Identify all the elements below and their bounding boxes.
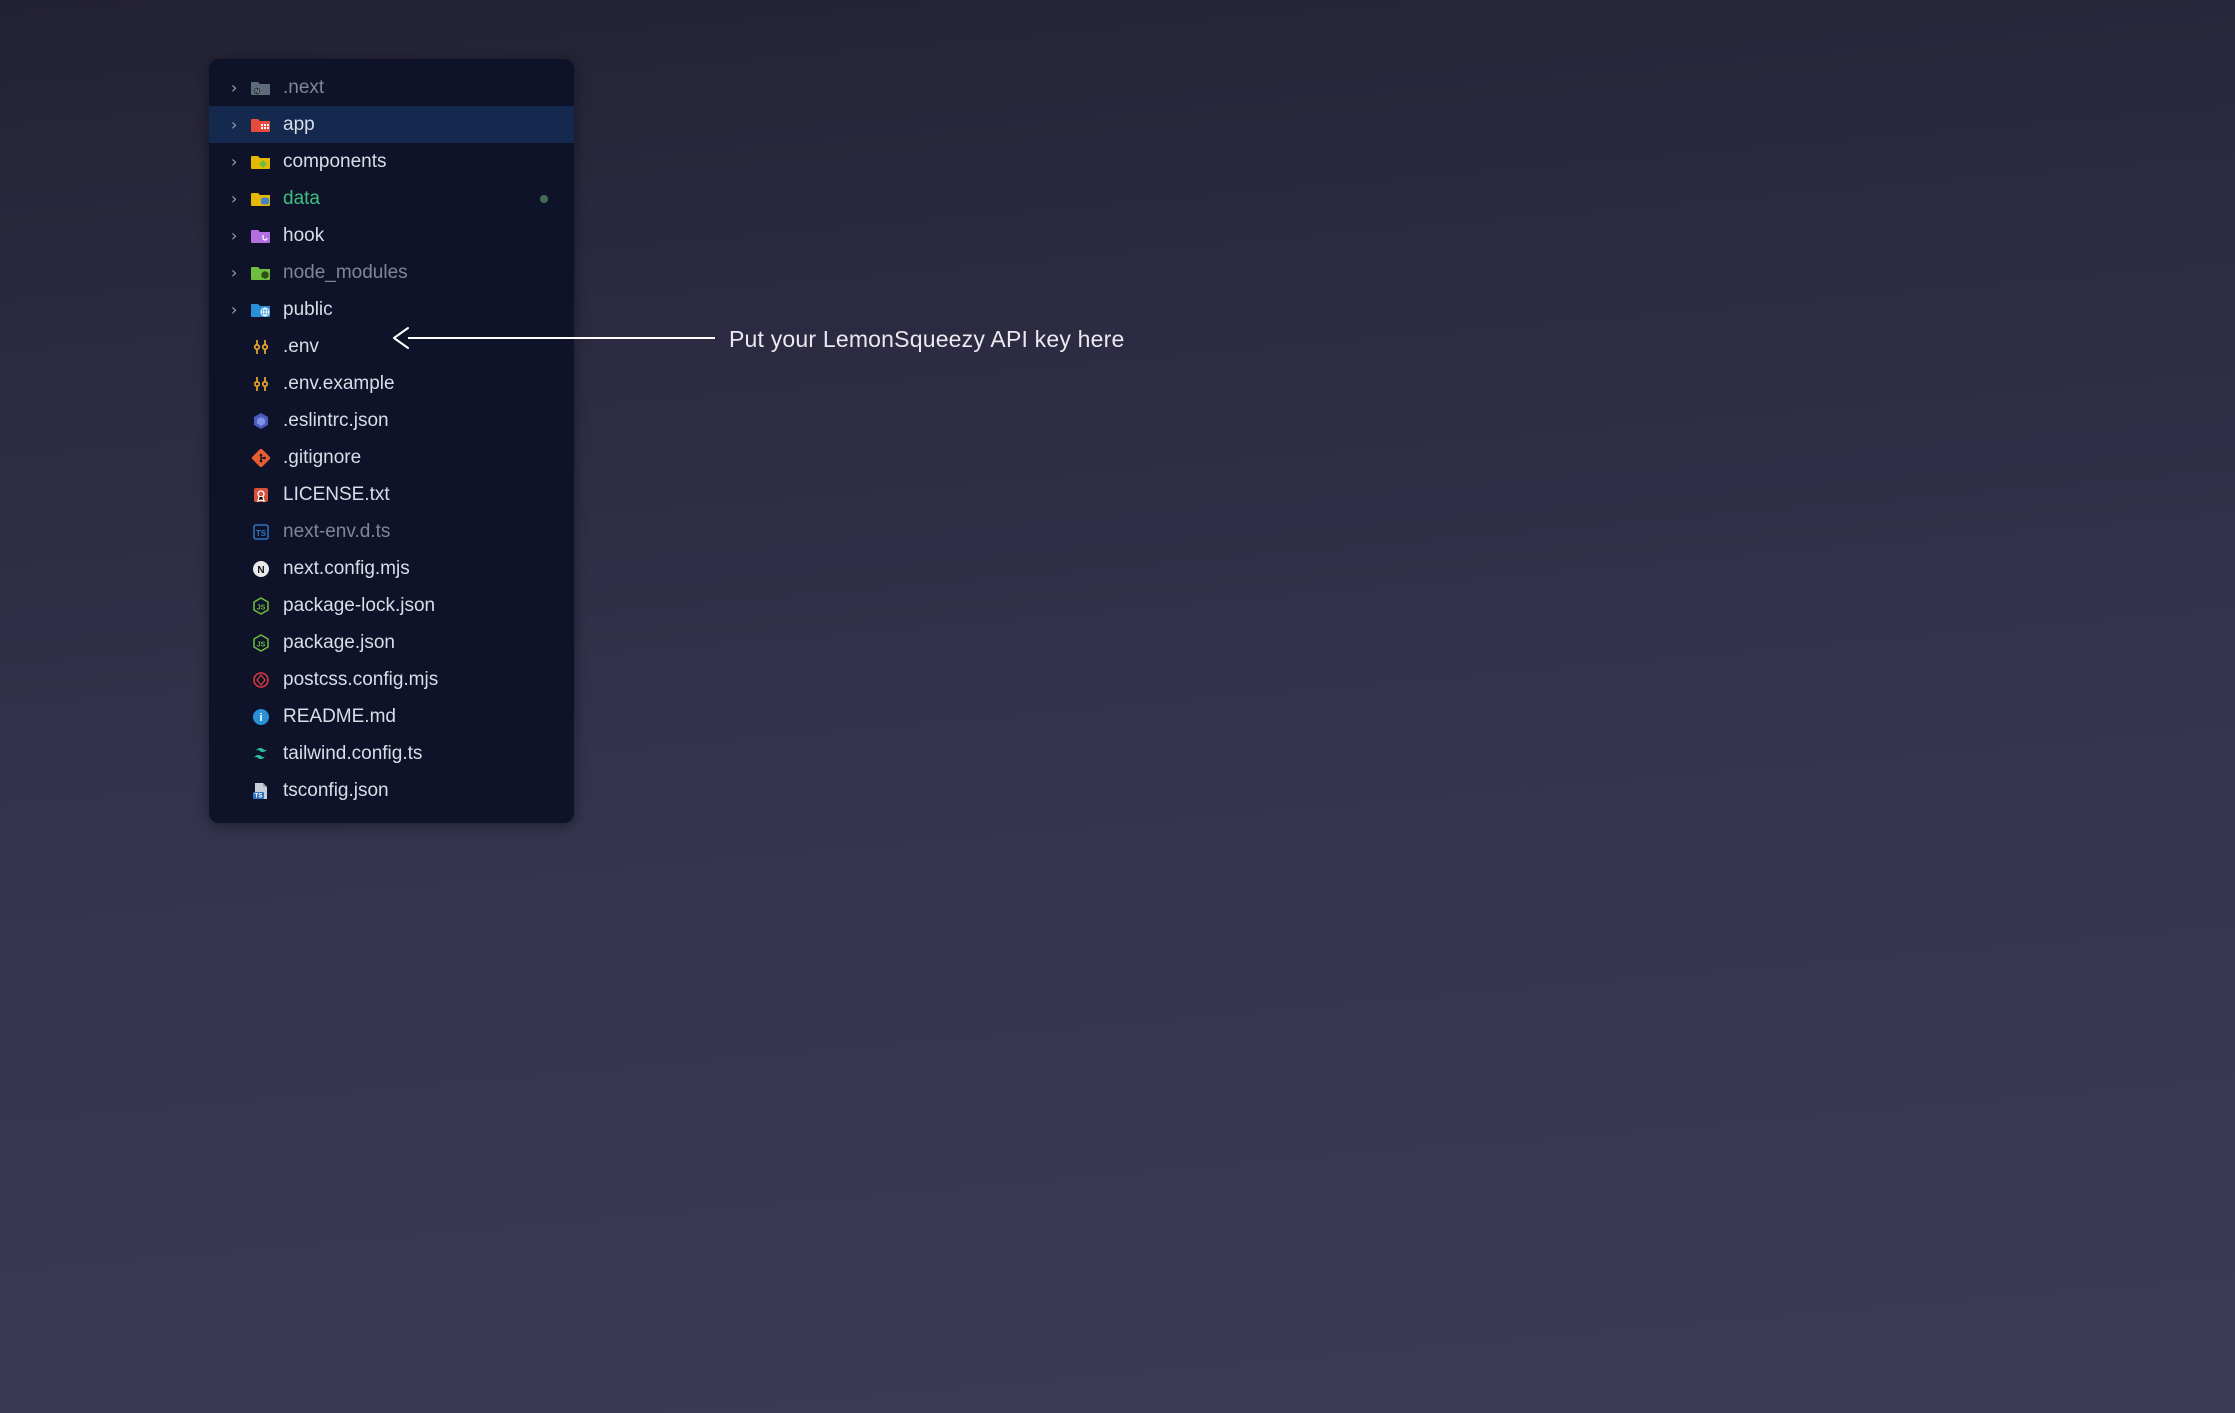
chevron-right-icon: ›	[225, 115, 243, 134]
svg-text:TS: TS	[256, 529, 267, 538]
svg-text:JS: JS	[257, 604, 266, 611]
folder-node-modules-icon	[249, 261, 273, 285]
svg-text:i: i	[259, 712, 262, 724]
tree-item-label: package-lock.json	[283, 595, 435, 617]
tree-item-hook[interactable]: › hook	[209, 217, 574, 254]
tree-item-label: node_modules	[283, 262, 408, 284]
svg-text:N: N	[255, 89, 259, 95]
svg-text:N: N	[257, 565, 264, 576]
tree-item-label: public	[283, 299, 333, 321]
env-file-icon	[249, 335, 273, 359]
folder-next-icon: N	[249, 76, 273, 100]
tree-item-label: package.json	[283, 632, 395, 654]
file-explorer-panel: › N .next › app › components › data ›	[209, 59, 574, 823]
tree-item-node-modules[interactable]: › node_modules	[209, 254, 574, 291]
tree-item-gitignore[interactable]: › .gitignore	[209, 439, 574, 476]
git-file-icon	[249, 446, 273, 470]
annotation-text: Put your LemonSqueezy API key here	[729, 326, 1124, 353]
tree-item-label: .env	[283, 336, 319, 358]
tree-item-label: postcss.config.mjs	[283, 669, 438, 691]
tree-item-label: .env.example	[283, 373, 395, 395]
chevron-right-icon: ›	[225, 152, 243, 171]
folder-hook-icon	[249, 224, 273, 248]
tree-item-label: tailwind.config.ts	[283, 743, 422, 765]
tree-item-label: data	[283, 188, 320, 210]
svg-text:TS: TS	[255, 793, 263, 799]
license-file-icon	[249, 483, 273, 507]
tree-item-tailwind-config[interactable]: › tailwind.config.ts	[209, 735, 574, 772]
tree-item-next-env-dts[interactable]: › TS next-env.d.ts	[209, 513, 574, 550]
folder-components-icon	[249, 150, 273, 174]
postcss-file-icon	[249, 668, 273, 692]
chevron-right-icon: ›	[225, 78, 243, 97]
tree-item-package-lock[interactable]: › JS package-lock.json	[209, 587, 574, 624]
tree-item-label: tsconfig.json	[283, 780, 389, 802]
tree-item-label: components	[283, 151, 387, 173]
folder-data-icon	[249, 187, 273, 211]
tailwind-file-icon	[249, 742, 273, 766]
readme-file-icon: i	[249, 705, 273, 729]
nodejs-file-icon: JS	[249, 631, 273, 655]
tree-item-app[interactable]: › app	[209, 106, 574, 143]
tree-item-label: next-env.d.ts	[283, 521, 390, 543]
tree-item-label: next.config.mjs	[283, 558, 410, 580]
tree-item-tsconfig[interactable]: › TS tsconfig.json	[209, 772, 574, 809]
tree-item-data[interactable]: › data	[209, 180, 574, 217]
annotation-arrow-icon	[390, 320, 720, 356]
tsconfig-file-icon: TS	[249, 779, 273, 803]
chevron-right-icon: ›	[225, 300, 243, 319]
tree-item-next-config[interactable]: › N next.config.mjs	[209, 550, 574, 587]
tree-item-label: .next	[283, 77, 324, 99]
tree-item-eslintrc[interactable]: › .eslintrc.json	[209, 402, 574, 439]
env-file-icon	[249, 372, 273, 396]
dts-file-icon: TS	[249, 520, 273, 544]
tree-item-label: .gitignore	[283, 447, 361, 469]
tree-item-label: LICENSE.txt	[283, 484, 390, 506]
folder-app-icon	[249, 113, 273, 137]
tree-item-license[interactable]: › LICENSE.txt	[209, 476, 574, 513]
eslint-file-icon	[249, 409, 273, 433]
chevron-right-icon: ›	[225, 226, 243, 245]
chevron-right-icon: ›	[225, 189, 243, 208]
tree-item-label: app	[283, 114, 315, 136]
tree-item-components[interactable]: › components	[209, 143, 574, 180]
tree-item-readme[interactable]: › i README.md	[209, 698, 574, 735]
chevron-right-icon: ›	[225, 263, 243, 282]
tree-item-label: README.md	[283, 706, 396, 728]
tree-item-next[interactable]: › N .next	[209, 69, 574, 106]
tree-item-env-example[interactable]: › .env.example	[209, 365, 574, 402]
nodejs-file-icon: JS	[249, 594, 273, 618]
tree-item-label: .eslintrc.json	[283, 410, 389, 432]
tree-item-package-json[interactable]: › JS package.json	[209, 624, 574, 661]
tree-item-postcss-config[interactable]: › postcss.config.mjs	[209, 661, 574, 698]
modified-indicator-icon	[540, 195, 548, 203]
nextjs-file-icon: N	[249, 557, 273, 581]
svg-text:JS: JS	[257, 641, 266, 648]
folder-public-icon	[249, 298, 273, 322]
tree-item-label: hook	[283, 225, 324, 247]
